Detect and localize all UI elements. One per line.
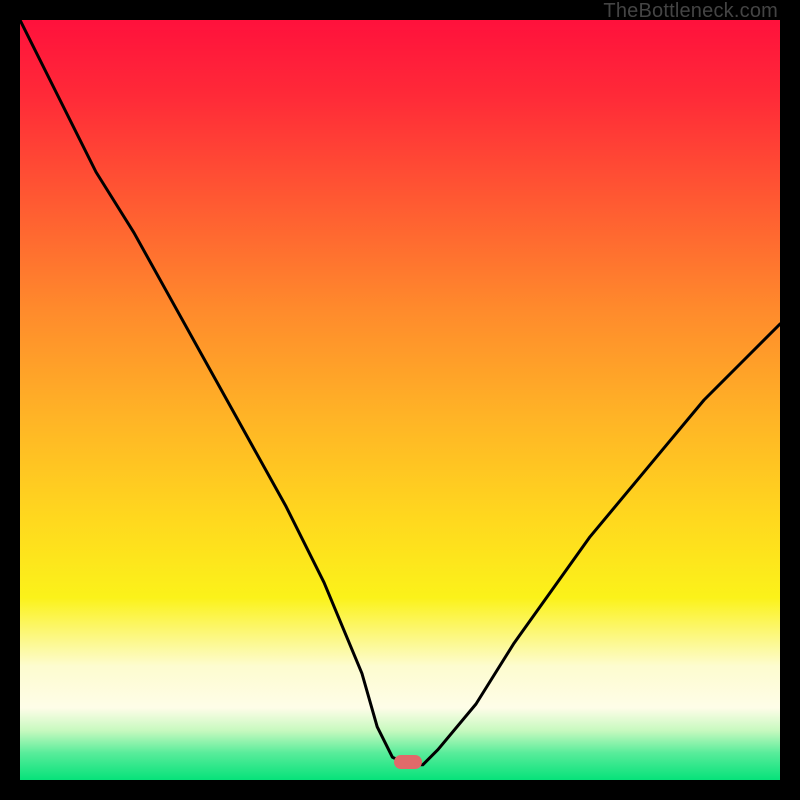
optimal-marker: [394, 755, 422, 769]
plot-area: [20, 20, 780, 780]
chart-frame: TheBottleneck.com: [0, 0, 800, 800]
bottleneck-curve: [20, 20, 780, 765]
curve-layer: [20, 20, 780, 780]
watermark-text: TheBottleneck.com: [603, 0, 778, 23]
